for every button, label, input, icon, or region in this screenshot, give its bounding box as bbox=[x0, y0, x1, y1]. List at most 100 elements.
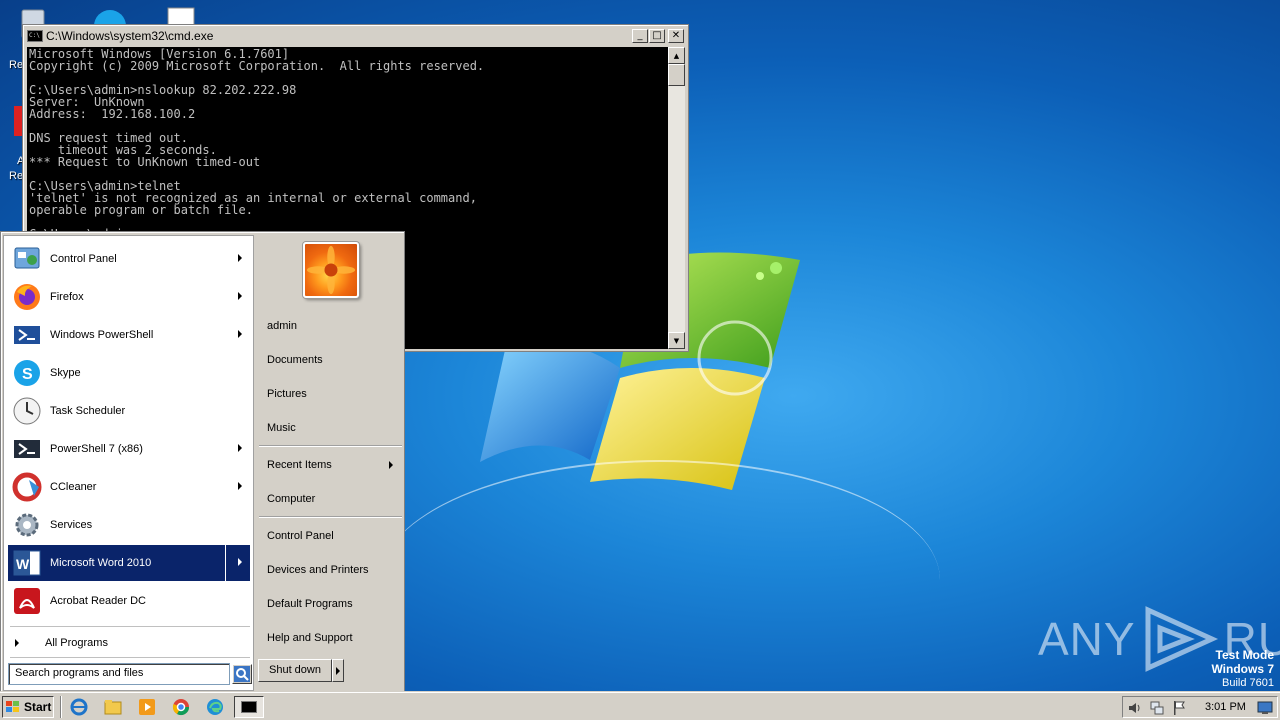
menu-separator bbox=[259, 516, 402, 518]
task-scheduler-icon bbox=[13, 397, 41, 425]
program-item-powershell-7[interactable]: PowerShell 7 (x86) bbox=[8, 431, 250, 467]
minimize-button[interactable]: _ bbox=[632, 29, 648, 43]
submenu-arrow-icon bbox=[238, 292, 242, 300]
all-programs-label: All Programs bbox=[45, 637, 108, 649]
console-text: Microsoft Windows [Version 6.1.7601] Cop… bbox=[29, 47, 485, 240]
taskbar: Start 3:01 PM bbox=[0, 692, 1280, 720]
desktop-swoosh bbox=[380, 460, 940, 700]
cmd-app-icon[interactable] bbox=[27, 30, 43, 42]
edge-icon[interactable] bbox=[206, 698, 224, 716]
help-support-item[interactable]: Help and Support bbox=[261, 625, 401, 651]
scroll-thumb[interactable] bbox=[668, 64, 685, 86]
program-label: Skype bbox=[50, 367, 81, 379]
scroll-up-button[interactable]: ▲ bbox=[668, 47, 685, 64]
system-tray: 3:01 PM bbox=[1122, 696, 1278, 718]
start-menu: Control Panel Firefox Windows PowerShell… bbox=[0, 231, 405, 692]
skype-icon: S bbox=[14, 360, 40, 386]
program-label: Microsoft Word 2010 bbox=[50, 557, 152, 569]
program-item-ccleaner[interactable]: CCleaner bbox=[8, 469, 250, 505]
submenu-arrow-icon bbox=[238, 558, 242, 566]
program-item-microsoft-word[interactable]: W Microsoft Word 2010 bbox=[8, 545, 250, 581]
cmd-titlebar[interactable]: C:\Windows\system32\cmd.exe _ □ ✕ bbox=[25, 27, 686, 45]
control-panel-item[interactable]: Control Panel bbox=[261, 523, 401, 549]
submenu-arrow-icon bbox=[238, 254, 242, 262]
explorer-icon[interactable] bbox=[104, 698, 122, 716]
menu-separator bbox=[259, 445, 402, 447]
program-item-services[interactable]: Services bbox=[8, 507, 250, 543]
submenu-arrow-icon bbox=[238, 444, 242, 452]
build-label: Build 7601 bbox=[1222, 677, 1274, 689]
program-label: Services bbox=[50, 519, 93, 531]
taskbar-cmd-button[interactable] bbox=[234, 696, 264, 718]
pictures-item[interactable]: Pictures bbox=[261, 381, 401, 407]
program-item-windows-powershell[interactable]: Windows PowerShell bbox=[8, 317, 250, 353]
user-folder-item[interactable]: admin bbox=[261, 313, 401, 339]
start-button[interactable]: Start bbox=[2, 696, 54, 718]
windows-flag-icon bbox=[6, 701, 19, 712]
shutdown-button[interactable]: Shut down bbox=[258, 659, 332, 682]
program-item-skype[interactable]: S Skype bbox=[8, 355, 250, 391]
play-logo-icon bbox=[1145, 606, 1218, 672]
test-mode-notice: Test Mode Windows 7 Build 7601 bbox=[1211, 648, 1274, 690]
scroll-down-button[interactable]: ▼ bbox=[668, 332, 685, 349]
computer-item[interactable]: Computer bbox=[261, 486, 401, 512]
all-programs-item[interactable]: All Programs bbox=[8, 630, 108, 656]
all-programs-arrow-icon bbox=[15, 639, 19, 647]
menu-separator bbox=[10, 626, 250, 627]
flower-picture-icon bbox=[306, 245, 356, 295]
program-label: CCleaner bbox=[50, 481, 97, 493]
program-item-acrobat-reader[interactable]: Acrobat Reader DC bbox=[8, 583, 250, 619]
volume-icon[interactable] bbox=[1127, 700, 1143, 716]
places-pane: admin Documents Pictures Music Recent It… bbox=[257, 232, 404, 691]
taskbar-separator bbox=[60, 696, 62, 718]
show-desktop-icon[interactable] bbox=[1257, 700, 1273, 716]
recent-items-label: Recent Items bbox=[267, 459, 332, 471]
watermark-text-left: ANY bbox=[1038, 613, 1136, 665]
acrobat-icon bbox=[14, 588, 40, 614]
submenu-arrow-icon bbox=[389, 461, 393, 469]
program-item-task-scheduler[interactable]: Task Scheduler bbox=[8, 393, 250, 429]
program-label: Control Panel bbox=[50, 253, 117, 265]
svg-text:S: S bbox=[22, 366, 33, 383]
powershell-icon bbox=[14, 326, 40, 344]
search-icon bbox=[234, 666, 250, 682]
program-label: Firefox bbox=[50, 291, 84, 303]
submenu-arrow-icon bbox=[238, 330, 242, 338]
os-name-label: Windows 7 bbox=[1211, 662, 1274, 676]
maximize-button[interactable]: □ bbox=[649, 29, 665, 43]
test-mode-label: Test Mode bbox=[1215, 648, 1274, 662]
program-label: PowerShell 7 (x86) bbox=[50, 443, 143, 455]
search-input[interactable]: Search programs and files bbox=[8, 663, 230, 685]
submenu-arrow-icon bbox=[238, 482, 242, 490]
powershell7-icon bbox=[14, 440, 40, 458]
desktop-icon-label: Re bbox=[9, 170, 24, 182]
media-player-icon[interactable] bbox=[138, 698, 156, 716]
vertical-scrollbar[interactable]: ▲ ▼ bbox=[668, 47, 685, 349]
music-item[interactable]: Music bbox=[261, 415, 401, 441]
documents-item[interactable]: Documents bbox=[261, 347, 401, 373]
search-button[interactable] bbox=[232, 664, 252, 684]
chrome-icon[interactable] bbox=[172, 698, 190, 716]
menu-separator bbox=[10, 657, 250, 658]
default-programs-item[interactable]: Default Programs bbox=[261, 591, 401, 617]
cmd-title: C:\Windows\system32\cmd.exe bbox=[46, 29, 214, 43]
program-label: Windows PowerShell bbox=[50, 329, 154, 341]
program-label: Task Scheduler bbox=[50, 405, 126, 417]
program-item-control-panel[interactable]: Control Panel bbox=[8, 241, 250, 277]
user-avatar[interactable] bbox=[303, 242, 359, 298]
program-item-firefox[interactable]: Firefox bbox=[8, 279, 250, 315]
cmd-taskbar-icon bbox=[241, 701, 257, 713]
svg-text:W: W bbox=[16, 556, 30, 572]
devices-printers-item[interactable]: Devices and Printers bbox=[261, 557, 401, 583]
internet-explorer-icon[interactable] bbox=[70, 698, 88, 716]
desktop-icon-label: Re bbox=[9, 59, 24, 71]
clock[interactable]: 3:01 PM bbox=[1205, 701, 1246, 713]
start-label: Start bbox=[24, 700, 52, 714]
action-center-flag-icon[interactable] bbox=[1171, 700, 1187, 716]
close-button[interactable]: ✕ bbox=[668, 29, 684, 43]
shutdown-options-button[interactable] bbox=[332, 659, 344, 682]
network-icon[interactable] bbox=[1149, 700, 1165, 716]
word-icon: W bbox=[13, 550, 41, 576]
firefox-icon bbox=[14, 284, 40, 310]
recent-items-item[interactable]: Recent Items bbox=[261, 452, 401, 478]
